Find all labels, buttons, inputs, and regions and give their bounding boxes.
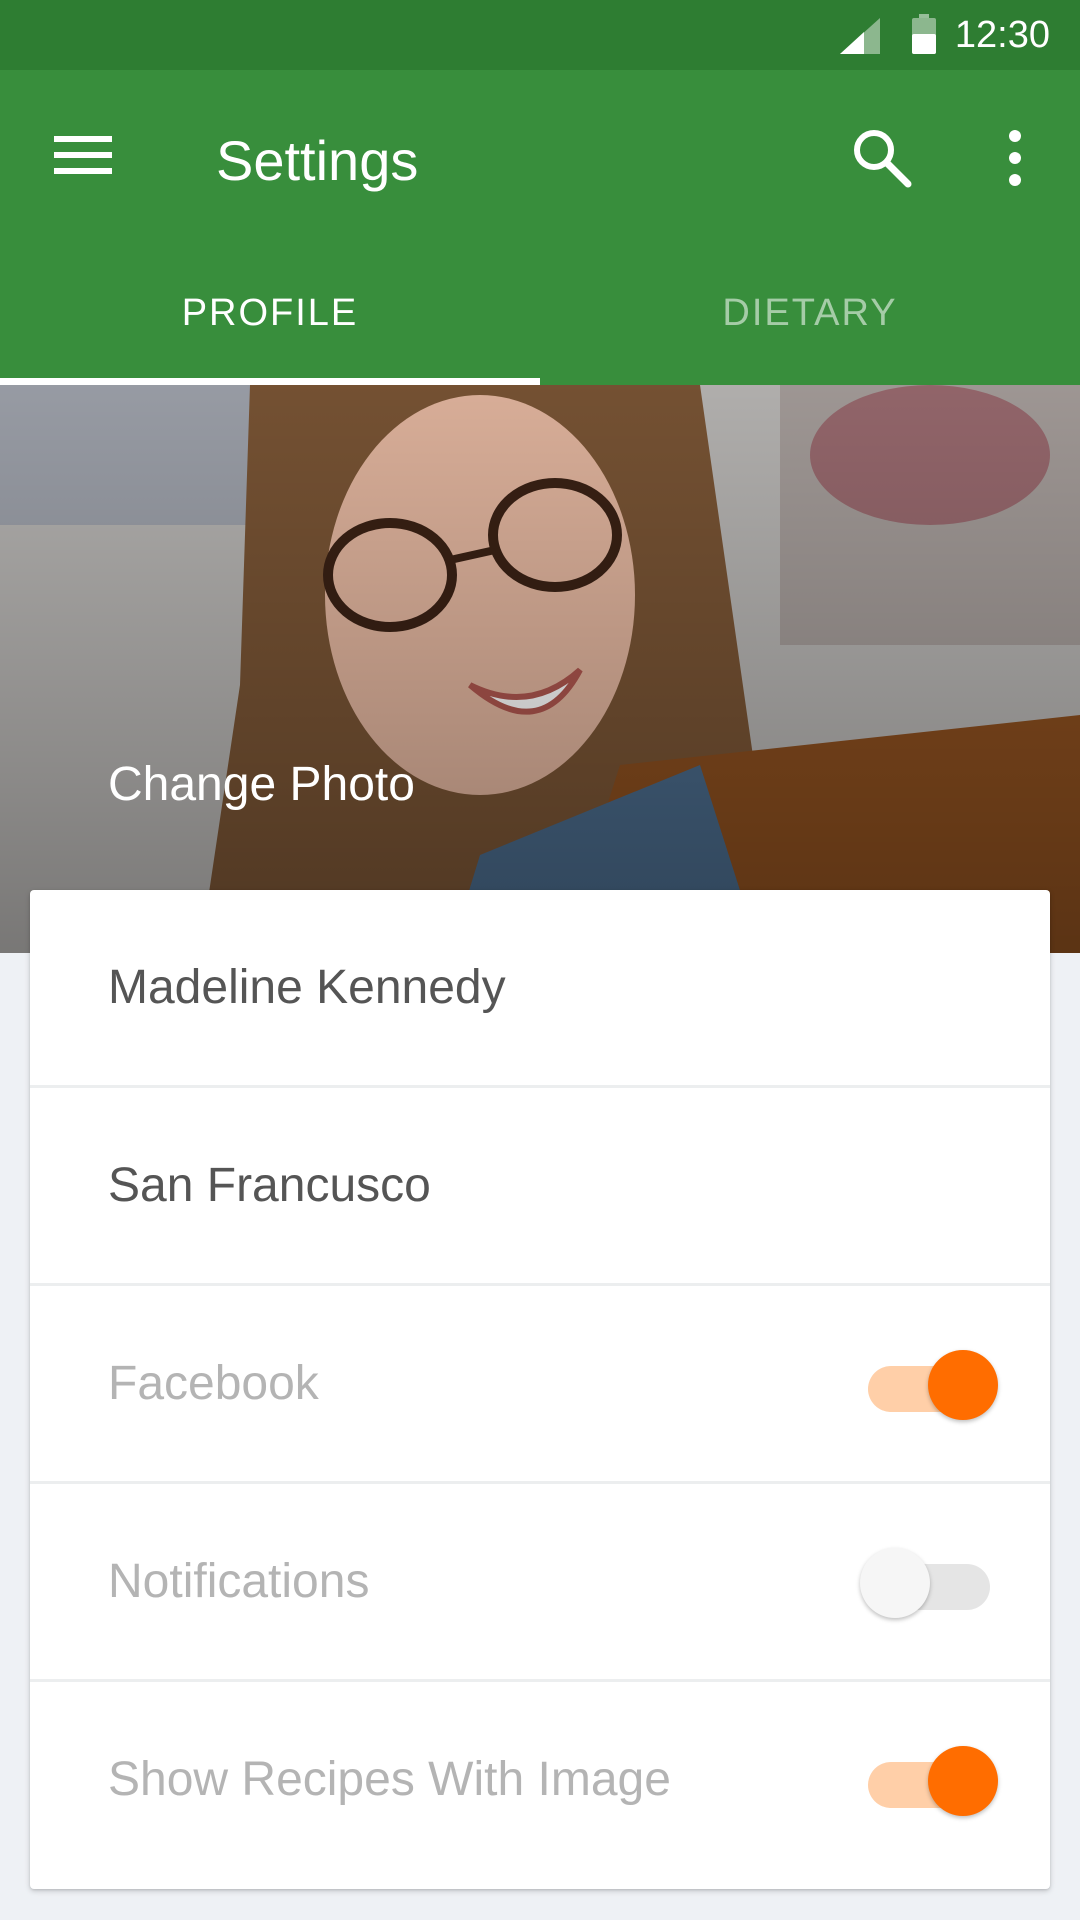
name-value: Madeline Kennedy (108, 961, 506, 1014)
facebook-toggle[interactable] (868, 1350, 998, 1420)
toggle-thumb (860, 1548, 930, 1618)
page-title: Settings (216, 129, 419, 192)
toggle-thumb (928, 1746, 998, 1816)
setting-show-recipes-with-image: Show Recipes With Image (30, 1682, 1050, 1880)
location-value: San Francusco (108, 1159, 431, 1212)
signal-icon (840, 18, 880, 54)
notifications-toggle[interactable] (860, 1548, 990, 1618)
change-photo-button[interactable]: Change Photo (108, 757, 415, 812)
battery-icon (912, 14, 936, 54)
profile-card: Madeline Kennedy San Francusco Facebook … (30, 890, 1050, 1889)
more-vert-icon[interactable] (990, 126, 1040, 190)
active-tab-indicator (0, 378, 540, 385)
search-icon[interactable] (850, 126, 914, 190)
setting-notifications: Notifications (30, 1484, 1050, 1682)
tab-dietary[interactable]: DIETARY (540, 292, 1080, 362)
tab-dietary-label: DIETARY (722, 292, 898, 334)
menu-icon[interactable] (54, 132, 112, 178)
setting-facebook-label: Facebook (108, 1357, 319, 1410)
setting-notifications-label: Notifications (108, 1555, 370, 1608)
app-bar: Settings PROFILE DIETARY (0, 70, 1080, 385)
status-bar: 12:30 (0, 0, 1080, 70)
show-recipes-toggle[interactable] (868, 1746, 998, 1816)
setting-facebook: Facebook (30, 1286, 1050, 1484)
status-time: 12:30 (954, 14, 1050, 56)
photo-overlay (0, 385, 1080, 953)
profile-photo[interactable]: Change Photo (0, 385, 1080, 953)
name-field[interactable]: Madeline Kennedy (30, 890, 1050, 1088)
tab-profile[interactable]: PROFILE (0, 292, 540, 362)
location-field[interactable]: San Francusco (30, 1088, 1050, 1286)
setting-show-recipes-label: Show Recipes With Image (108, 1753, 671, 1806)
toggle-thumb (928, 1350, 998, 1420)
tab-profile-label: PROFILE (181, 292, 359, 334)
